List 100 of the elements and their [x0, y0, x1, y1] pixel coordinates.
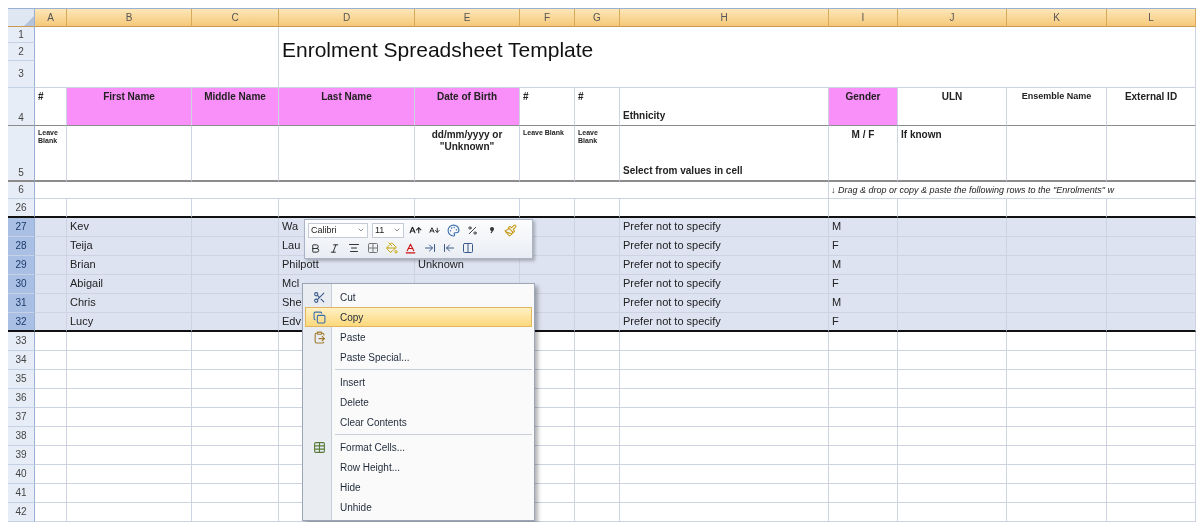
row-header[interactable]: 36 [8, 389, 35, 408]
column-header[interactable]: I [829, 9, 898, 27]
column-note: M / F [829, 126, 898, 182]
table-cell [575, 465, 620, 484]
fill-color-button[interactable] [384, 240, 399, 256]
table-cell [829, 408, 898, 427]
table-cell: F [829, 237, 898, 256]
menu-item[interactable]: Copy [305, 307, 532, 327]
column-header[interactable]: C [192, 9, 279, 27]
row-header[interactable]: 1 [8, 27, 35, 43]
row-header[interactable]: 30 [8, 275, 35, 294]
row-header[interactable]: 35 [8, 370, 35, 389]
borders-icon [366, 242, 379, 254]
table-cell: M [829, 256, 898, 275]
column-heading: Last Name [279, 88, 415, 126]
column-header[interactable]: G [575, 9, 620, 27]
row-header[interactable]: 34 [8, 351, 35, 370]
row-header[interactable]: 29 [8, 256, 35, 275]
table-cell [575, 408, 620, 427]
column-note: dd/mm/yyyy or "Unknown" [415, 126, 520, 182]
column-header[interactable]: F [520, 9, 575, 27]
table-cell [829, 465, 898, 484]
table-cell [575, 370, 620, 389]
table-cell [575, 484, 620, 503]
menu-item[interactable]: Row Height... [305, 457, 532, 477]
column-heading: # [575, 88, 620, 126]
menu-item[interactable]: Delete [305, 392, 532, 412]
table-cell [829, 484, 898, 503]
menu-item[interactable]: Hide [305, 477, 532, 497]
row-header[interactable]: 28 [8, 237, 35, 256]
copy-icon [312, 310, 326, 324]
row-header[interactable]: 27 [8, 218, 35, 237]
table-cell: Prefer not to specify [620, 294, 829, 313]
table-cell: F [829, 275, 898, 294]
paintbrush-icon [504, 223, 517, 237]
menu-item[interactable]: Unhide [305, 497, 532, 517]
borders-button[interactable] [365, 240, 380, 256]
table-cell: M [829, 218, 898, 237]
align-center-icon [347, 242, 360, 254]
column-header[interactable]: E [415, 9, 520, 27]
shrink-font-icon [429, 224, 440, 236]
column-header[interactable]: K [1007, 9, 1107, 27]
table-cell [35, 294, 67, 313]
table-cell [35, 256, 67, 275]
table-cell: F [829, 313, 898, 332]
table-cell [35, 408, 67, 427]
column-header[interactable]: B [67, 9, 192, 27]
merge-cells-icon [461, 242, 474, 254]
menu-item[interactable]: Insert [305, 372, 532, 392]
column-header[interactable]: L [1107, 9, 1196, 27]
row-header[interactable]: 31 [8, 294, 35, 313]
format-button[interactable] [446, 222, 461, 238]
row-header[interactable]: 32 [8, 313, 35, 332]
row-header[interactable]: 5 [8, 126, 35, 182]
column-note: Select from values in cell [620, 126, 829, 182]
menu-item[interactable]: Paste Special... [305, 347, 532, 367]
row-header[interactable]: 40 [8, 465, 35, 484]
table-cell: Abigail [67, 275, 192, 294]
increase-decimal-icon [423, 242, 436, 254]
font-color-button[interactable] [403, 240, 418, 256]
table-cell [35, 332, 67, 351]
row-header[interactable]: 41 [8, 484, 35, 503]
table-format-icon [312, 440, 326, 454]
row-header[interactable]: 2 [8, 43, 35, 61]
menu-item[interactable]: Clear Contents [305, 412, 532, 432]
row-header[interactable]: 37 [8, 408, 35, 427]
table-cell [35, 370, 67, 389]
table-cell [35, 199, 67, 218]
merge-button[interactable] [460, 240, 475, 256]
table-cell [35, 446, 67, 465]
table-cell [35, 427, 67, 446]
row-header[interactable]: 4 [8, 88, 35, 126]
percent-icon [467, 224, 478, 236]
row-header[interactable]: 33 [8, 332, 35, 351]
menu-item[interactable]: Format Cells... [305, 437, 532, 457]
font-color-icon [404, 241, 417, 255]
row-header[interactable]: 26 [8, 199, 35, 218]
table-cell [35, 237, 67, 256]
column-heading: External ID [1107, 88, 1196, 126]
row-header[interactable]: 6 [8, 182, 35, 199]
column-header[interactable]: J [898, 9, 1007, 27]
column-header[interactable]: D [279, 9, 415, 27]
column-heading: # [520, 88, 575, 126]
row-header[interactable]: 38 [8, 427, 35, 446]
comma-icon [488, 226, 495, 234]
table-cell [575, 427, 620, 446]
table-cell [520, 199, 575, 218]
row-header[interactable]: 39 [8, 446, 35, 465]
row-header[interactable]: 3 [8, 61, 35, 88]
table-cell: Brian [67, 256, 192, 275]
column-header[interactable]: A [35, 9, 67, 27]
sheet-title: Enrolment Spreadsheet Template [279, 27, 1196, 88]
table-cell: Prefer not to specify [620, 313, 829, 332]
table-cell: Kev [67, 218, 192, 237]
row-header[interactable]: 42 [8, 503, 35, 522]
font-name-dropdown[interactable]: Calibri [308, 222, 368, 238]
table-cell [35, 218, 67, 237]
font-size-dropdown[interactable]: 11 [372, 222, 404, 238]
table-cell [829, 370, 898, 389]
column-header[interactable]: H [620, 9, 829, 27]
